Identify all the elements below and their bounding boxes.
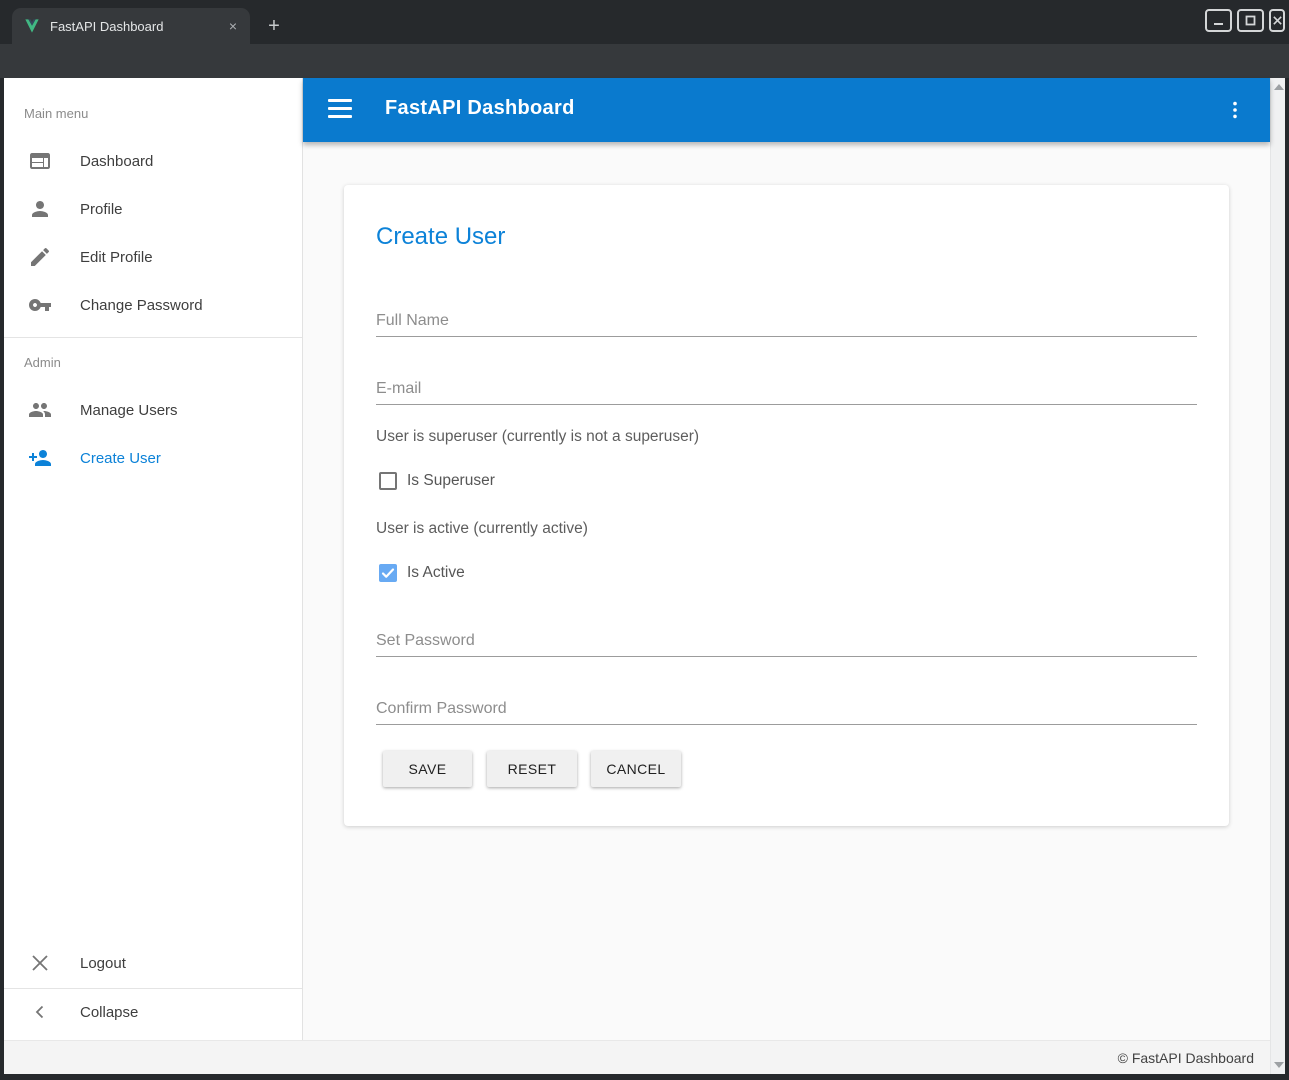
form-title: Create User	[376, 223, 505, 251]
is-superuser-checkbox-row[interactable]: Is Superuser	[379, 471, 495, 491]
sidebar-item-label: Profile	[80, 201, 123, 218]
scroll-down-icon[interactable]	[1274, 1062, 1284, 1068]
browser-tab[interactable]: FastAPI Dashboard ×	[12, 8, 250, 44]
sidebar-item-logout[interactable]: Logout	[4, 939, 302, 987]
sidebar-item-manage-users[interactable]: Manage Users	[4, 386, 302, 434]
sidebar-item-profile[interactable]: Profile	[4, 185, 302, 233]
sidebar-section-admin: Admin	[24, 355, 61, 370]
window-maximize-button[interactable]	[1237, 9, 1264, 32]
pencil-icon	[28, 245, 52, 269]
save-button[interactable]: SAVE	[383, 751, 472, 787]
page-scrollbar[interactable]	[1270, 78, 1285, 1074]
person-add-icon	[28, 446, 52, 470]
app-title: FastAPI Dashboard	[385, 97, 575, 120]
sidebar-item-collapse[interactable]: Collapse	[4, 988, 302, 1036]
sidebar-item-edit-profile[interactable]: Edit Profile	[4, 233, 302, 281]
sidebar-item-label: Manage Users	[80, 402, 178, 419]
checkbox-unchecked-icon[interactable]	[379, 472, 397, 490]
people-icon	[28, 398, 52, 422]
dashboard-icon	[28, 149, 52, 173]
sidebar-item-change-password[interactable]: Change Password	[4, 281, 302, 329]
full-name-input[interactable]	[376, 305, 1197, 337]
checkbox-label: Is Superuser	[407, 472, 495, 490]
chevron-left-icon	[28, 1000, 52, 1024]
sidebar-item-label: Create User	[80, 450, 161, 467]
window-close-button[interactable]	[1269, 9, 1285, 32]
window-minimize-button[interactable]	[1205, 9, 1232, 32]
superuser-helper-text: User is superuser (currently is not a su…	[376, 428, 699, 446]
tab-close-icon[interactable]: ×	[224, 17, 242, 35]
browser-titlebar: FastAPI Dashboard × +	[0, 0, 1289, 44]
tab-title: FastAPI Dashboard	[50, 19, 224, 34]
page-footer: © FastAPI Dashboard	[4, 1040, 1270, 1074]
set-password-input[interactable]	[376, 625, 1197, 657]
browser-window: FastAPI Dashboard × + localhost/main/	[0, 0, 1289, 1080]
app-header: FastAPI Dashboard	[303, 78, 1270, 142]
sidebar-item-dashboard[interactable]: Dashboard	[4, 137, 302, 185]
menu-hamburger-icon[interactable]	[328, 99, 352, 121]
sidebar-item-label: Collapse	[80, 1004, 138, 1021]
sidebar-divider	[4, 337, 302, 338]
scroll-up-icon[interactable]	[1274, 84, 1284, 90]
create-user-card: Create User User is superuser (currently…	[344, 185, 1229, 826]
checkbox-checked-icon[interactable]	[379, 564, 397, 582]
browser-toolbar: localhost/main/admin/users/create	[0, 44, 1289, 78]
reset-button[interactable]: RESET	[487, 751, 577, 787]
sidebar-section-main-menu: Main menu	[24, 106, 88, 121]
cancel-button[interactable]: CANCEL	[591, 751, 681, 787]
email-input[interactable]	[376, 373, 1197, 405]
key-icon	[28, 293, 52, 317]
page-content: Main menu Dashboard Profile Edit Profile…	[4, 78, 1285, 1074]
app-more-icon[interactable]	[1223, 98, 1247, 122]
confirm-password-input[interactable]	[376, 693, 1197, 725]
person-icon	[28, 197, 52, 221]
new-tab-button[interactable]: +	[262, 14, 286, 38]
is-active-checkbox-row[interactable]: Is Active	[379, 563, 465, 583]
active-helper-text: User is active (currently active)	[376, 520, 588, 538]
checkbox-label: Is Active	[407, 564, 465, 582]
sidebar-item-label: Logout	[80, 955, 126, 972]
close-x-icon	[28, 951, 52, 975]
sidebar-item-label: Dashboard	[80, 153, 153, 170]
sidebar: Main menu Dashboard Profile Edit Profile…	[4, 78, 303, 1040]
vue-logo-icon	[24, 18, 40, 34]
sidebar-item-label: Change Password	[80, 297, 203, 314]
sidebar-item-create-user[interactable]: Create User	[4, 434, 302, 482]
copyright-text: © FastAPI Dashboard	[1118, 1050, 1254, 1066]
sidebar-item-label: Edit Profile	[80, 249, 153, 266]
